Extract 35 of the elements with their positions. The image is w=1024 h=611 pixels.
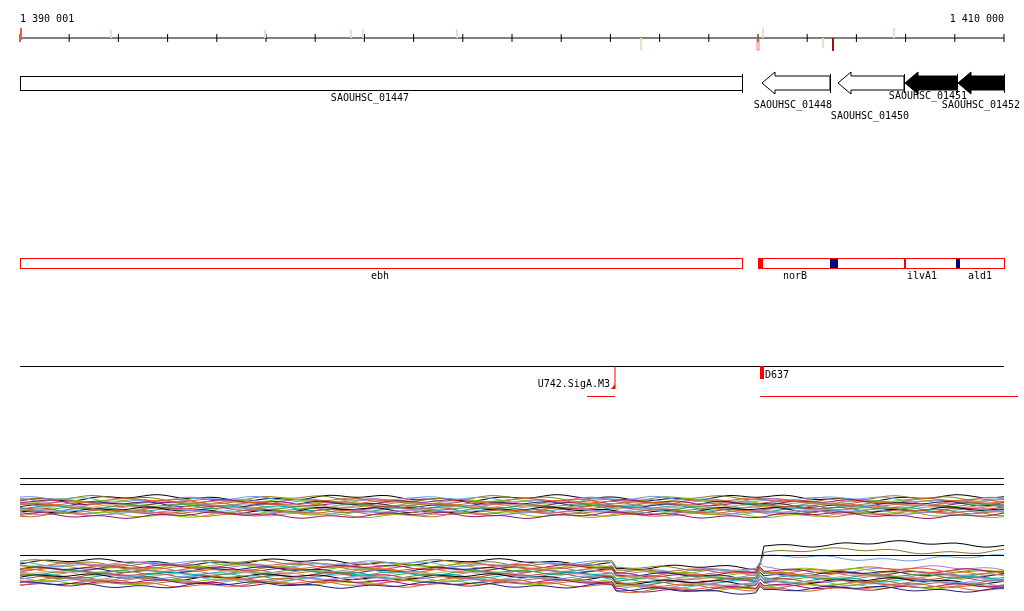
gene-label: SAOUHSC_01452 (941, 99, 1021, 110)
gene-label: SAOUHSC_01448 (753, 99, 833, 110)
site-range-line (586, 396, 616, 397)
feature-mark (759, 259, 763, 268)
annotation-label: ilvA1 (906, 270, 938, 281)
feature-mark (640, 38, 642, 50)
feature-mark (956, 259, 960, 268)
annotation-label: ebh (370, 270, 390, 281)
feature-mark (822, 38, 824, 48)
annotation-bar[interactable] (758, 258, 905, 269)
feature-mark (756, 37, 760, 51)
feature-mark (350, 30, 352, 38)
gene-label: SAOUHSC_01447 (330, 92, 410, 103)
feature-mark (362, 29, 364, 38)
feature-mark (832, 38, 834, 51)
site-marker (611, 365, 616, 390)
position-label: 1 410 000 (949, 13, 1004, 24)
gene-label: SAOUHSC_01450 (830, 110, 910, 121)
gene-label: SAOUHSC_01451 (888, 90, 968, 101)
annotation-bar[interactable] (905, 258, 958, 269)
annotation-label: norB (782, 270, 808, 281)
feature-mark (762, 28, 764, 38)
gene-arrow[interactable] (761, 71, 831, 95)
feature-mark (456, 29, 458, 38)
feature-mark (830, 259, 838, 268)
feature-mark (110, 30, 112, 38)
site-marker (760, 366, 764, 379)
annotation-label: ald1 (967, 270, 993, 281)
feature-mark (264, 30, 266, 38)
position-label: 1 390 001 (20, 13, 75, 24)
site-label: D637 (765, 369, 790, 380)
feature-mark (20, 28, 22, 40)
feature-mark (893, 28, 895, 38)
annotation-bar[interactable] (958, 258, 1005, 269)
site-label: U742.SigA.M3 (537, 378, 610, 389)
